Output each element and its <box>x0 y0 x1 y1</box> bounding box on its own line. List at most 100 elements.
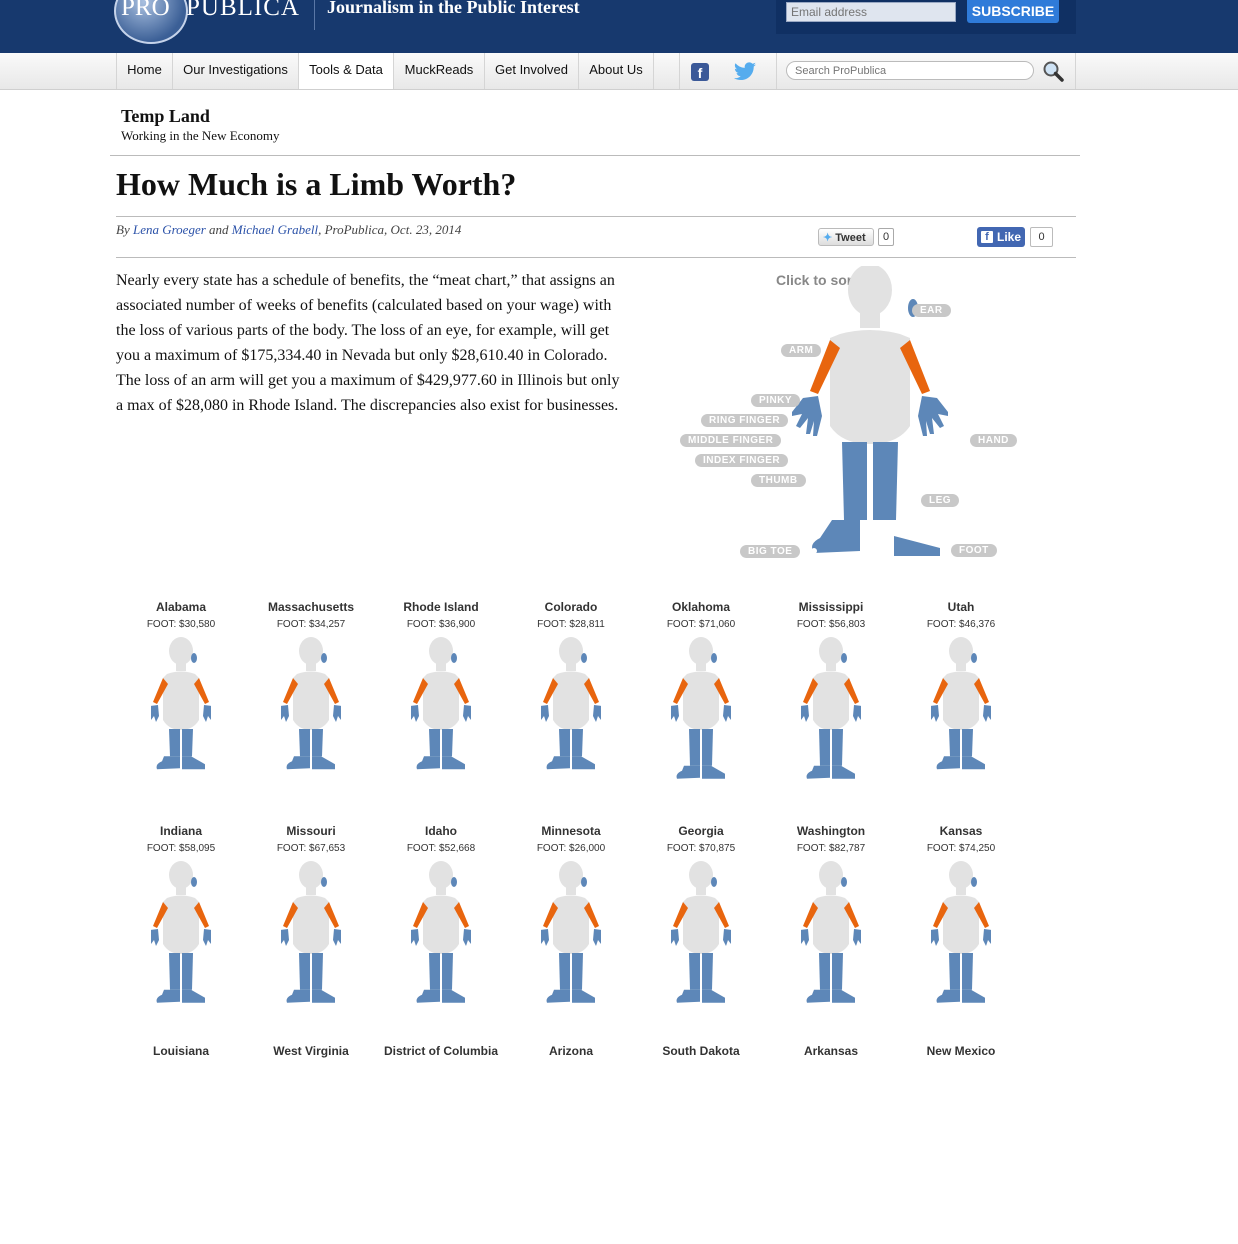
state-name: West Virginia <box>273 1044 349 1058</box>
state-card-alabama[interactable]: Alabama FOOT: $30,580 <box>116 600 246 800</box>
state-name: South Dakota <box>662 1044 740 1058</box>
state-card-rhode-island[interactable]: Rhode Island FOOT: $36,900 <box>376 600 506 800</box>
state-foot-value: FOOT: $58,095 <box>146 843 216 854</box>
state-foot-value: FOOT: $74,250 <box>926 843 996 854</box>
section-title[interactable]: Temp Land <box>121 106 210 127</box>
state-name: Colorado <box>544 600 598 614</box>
state-name: Massachusetts <box>267 600 355 614</box>
nav-our-investigations[interactable]: Our Investigations <box>173 53 299 89</box>
state-foot-value: FOOT: $67,653 <box>276 843 346 854</box>
divider <box>110 155 1080 156</box>
state-name: Alabama <box>155 600 207 614</box>
author-link-2[interactable]: Michael Grabell <box>232 222 318 237</box>
state-body-figure <box>281 861 341 1003</box>
facebook-f-icon: f <box>981 231 993 243</box>
state-foot-value: FOOT: $36,900 <box>406 619 476 630</box>
state-name: Idaho <box>425 824 457 838</box>
state-foot-value: FOOT: $28,811 <box>537 619 605 630</box>
state-card-idaho[interactable]: Idaho FOOT: $52,668 <box>376 824 506 1024</box>
state-card-washington[interactable]: Washington FOOT: $82,787 <box>766 824 896 1024</box>
state-name: Oklahoma <box>671 600 731 614</box>
twitter-icon[interactable] <box>733 62 757 82</box>
state-card-colorado[interactable]: Colorado FOOT: $28,811 <box>506 600 636 800</box>
sort-pill-hand[interactable]: HAND <box>970 434 1017 447</box>
state-body-figure <box>411 637 471 770</box>
state-name: Louisiana <box>152 1044 209 1058</box>
state-card-south-dakota[interactable]: South Dakota <box>636 1044 766 1244</box>
sort-pill-leg[interactable]: LEG <box>921 494 960 507</box>
twitter-bird-icon: ✦ <box>823 232 833 244</box>
sort-pill-ear[interactable]: EAR <box>912 304 951 317</box>
state-foot-value: FOOT: $52,668 <box>406 843 476 854</box>
state-body-figure <box>151 637 211 770</box>
state-card-arkansas[interactable]: Arkansas <box>766 1044 896 1244</box>
state-card-kansas[interactable]: Kansas FOOT: $74,250 <box>896 824 1026 1024</box>
tweet-count: 0 <box>878 228 894 246</box>
subscribe-button[interactable]: SUBSCRIBE <box>967 0 1059 23</box>
sort-pill-foot[interactable]: FOOT <box>951 544 997 557</box>
nav-get-involved[interactable]: Get Involved <box>485 53 579 89</box>
state-body-figure <box>281 637 341 770</box>
byline-by: By <box>116 222 130 237</box>
facebook-icon[interactable]: f <box>691 63 709 81</box>
sort-pill-big-toe[interactable]: BIG TOE <box>740 545 801 558</box>
byline: By Lena Groeger and Michael Grabell, Pro… <box>116 222 461 238</box>
search-icon[interactable] <box>1042 60 1064 82</box>
state-card-west-virginia[interactable]: West Virginia <box>246 1044 376 1244</box>
state-card-minnesota[interactable]: Minnesota FOOT: $26,000 <box>506 824 636 1024</box>
state-card-missouri[interactable]: Missouri FOOT: $67,653 <box>246 824 376 1024</box>
nav-about-us[interactable]: About Us <box>579 53 654 89</box>
nav-home[interactable]: Home <box>117 53 173 89</box>
state-body-figure <box>151 861 211 1003</box>
state-body-figure <box>671 861 731 1003</box>
state-card-new-mexico[interactable]: New Mexico <box>896 1044 1026 1244</box>
state-name: Missouri <box>286 824 336 838</box>
state-card-georgia[interactable]: Georgia FOOT: $70,875 <box>636 824 766 1024</box>
state-name: Kansas <box>939 824 983 838</box>
state-card-mississippi[interactable]: Mississippi FOOT: $56,803 <box>766 600 896 800</box>
byline-rest: , ProPublica, Oct. 23, 2014 <box>318 222 462 237</box>
state-foot-value: FOOT: $56,803 <box>796 619 866 630</box>
state-card-louisiana[interactable]: Louisiana <box>116 1044 246 1244</box>
state-name: Arizona <box>548 1044 593 1058</box>
state-name: New Mexico <box>926 1044 996 1058</box>
state-body-figure <box>801 637 861 779</box>
state-card-indiana[interactable]: Indiana FOOT: $58,095 <box>116 824 246 1024</box>
state-name: District of Columbia <box>383 1044 498 1058</box>
nav-separator <box>776 53 777 89</box>
logo-publica[interactable]: PUBLICA <box>186 0 300 22</box>
sort-pill-thumb[interactable]: THUMB <box>751 474 806 487</box>
logo-pro[interactable]: PRO <box>121 0 170 22</box>
state-card-massachusetts[interactable]: Massachusetts FOOT: $34,257 <box>246 600 376 800</box>
intro-paragraph: Nearly every state has a schedule of ben… <box>116 272 620 414</box>
state-card-district-of-columbia[interactable]: District of Columbia <box>376 1044 506 1244</box>
sort-pill-arm[interactable]: ARM <box>781 344 822 357</box>
article-headline: How Much is a Limb Worth? <box>116 166 517 202</box>
state-foot-value: FOOT: $34,257 <box>276 619 346 630</box>
state-body-figure <box>541 861 601 1003</box>
email-input[interactable] <box>786 2 956 22</box>
state-foot-value: FOOT: $46,376 <box>926 619 996 630</box>
state-card-utah[interactable]: Utah FOOT: $46,376 <box>896 600 1026 800</box>
state-name: Arkansas <box>803 1044 859 1058</box>
sort-pill-ring-finger[interactable]: RING FINGER <box>701 414 789 427</box>
sort-pill-middle-finger[interactable]: MIDDLE FINGER <box>680 434 782 447</box>
state-body-figure <box>411 861 471 1003</box>
state-card-oklahoma[interactable]: Oklahoma FOOT: $71,060 <box>636 600 766 800</box>
author-link-1[interactable]: Lena Groeger <box>133 222 206 237</box>
state-card-arizona[interactable]: Arizona <box>506 1044 636 1244</box>
state-name: Georgia <box>678 824 724 838</box>
sort-pill-index-finger[interactable]: INDEX FINGER <box>695 454 789 467</box>
state-body-figure <box>931 637 991 770</box>
state-body-figure <box>541 637 601 770</box>
section-subtitle: Working in the New Economy <box>121 128 280 143</box>
nav-muckreads[interactable]: MuckReads <box>394 53 485 89</box>
state-body-figure <box>801 861 861 1003</box>
divider <box>116 257 1076 258</box>
state-name: Minnesota <box>541 824 601 838</box>
nav-tools-data[interactable]: Tools & Data <box>299 53 394 89</box>
state-body-figure <box>931 861 991 1003</box>
sort-pill-pinky[interactable]: PINKY <box>751 394 801 407</box>
tweet-button[interactable]: ✦ Tweet <box>818 228 874 246</box>
search-input[interactable] <box>786 61 1034 80</box>
